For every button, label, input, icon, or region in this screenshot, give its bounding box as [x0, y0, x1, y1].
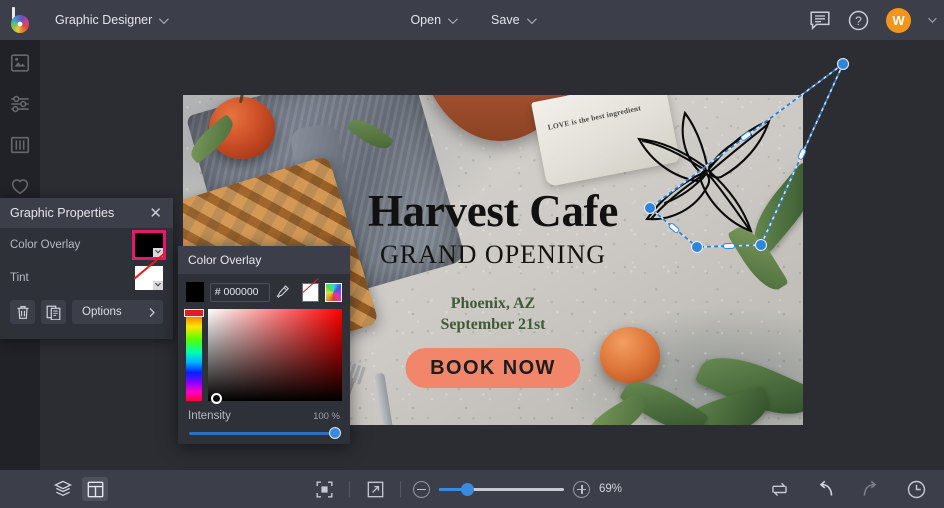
resize-handle-bottom-left[interactable]	[691, 241, 703, 253]
color-popup-title: Color Overlay	[188, 253, 262, 267]
app-root: Graphic Designer Open Save ? W LOVE is t…	[0, 0, 944, 508]
options-button[interactable]: Options	[72, 300, 163, 324]
chevron-down-icon	[526, 13, 537, 24]
zoom-slider[interactable]	[439, 482, 564, 496]
save-label: Save	[491, 13, 520, 27]
bottom-bar-right	[770, 480, 926, 499]
open-label: Open	[410, 13, 442, 27]
chevron-right-icon	[149, 307, 155, 317]
color-popup-header: Color Overlay	[178, 246, 350, 274]
open-menu-button[interactable]: Open	[400, 7, 465, 33]
trash-icon	[17, 305, 28, 319]
fit-to-screen-icon	[316, 481, 332, 497]
duplicate-button[interactable]	[41, 300, 66, 324]
artboard-cta-button[interactable]: BOOK NOW	[405, 348, 581, 388]
intensity-value: 100 %	[313, 411, 340, 422]
properties-panel-actions: Options	[0, 294, 173, 324]
zoom-slider-fill	[439, 487, 463, 491]
swap-arrows-icon[interactable]	[770, 481, 789, 498]
knife	[374, 372, 394, 425]
avatar[interactable]: W	[886, 7, 911, 33]
fit-to-screen-button[interactable]	[311, 477, 337, 501]
comment-bubble-icon[interactable]	[810, 10, 831, 30]
top-bar-right-actions: ? W	[810, 7, 937, 33]
heart-icon[interactable]	[9, 175, 31, 197]
top-bar-center-actions: Open Save	[0, 7, 944, 33]
intensity-label: Intensity	[188, 410, 231, 422]
resize-handle-top-left[interactable]	[644, 202, 656, 214]
artboard-title[interactable]: Harvest Cafe	[183, 185, 803, 237]
close-icon[interactable]: ✕	[146, 204, 165, 223]
bottom-bar: 69%	[0, 470, 944, 508]
properties-panel-header: Graphic Properties ✕	[0, 198, 173, 228]
resize-handle-bottom-edge[interactable]	[722, 242, 736, 250]
graphic-properties-panel: Graphic Properties ✕ Color Overlay Tint	[0, 198, 173, 339]
zoom-in-icon[interactable]	[573, 480, 590, 498]
delete-button[interactable]	[10, 300, 35, 324]
undo-icon[interactable]	[815, 480, 835, 498]
hue-slider[interactable]	[184, 309, 204, 401]
hex-input[interactable]	[209, 282, 270, 302]
hue-slider-thumb[interactable]	[184, 309, 204, 317]
intensity-slider[interactable]	[189, 427, 341, 439]
options-label: Options	[82, 306, 122, 318]
zoom-value: 69%	[599, 483, 623, 495]
expand-arrow-icon	[367, 481, 383, 497]
help-circle-icon[interactable]: ?	[848, 10, 869, 31]
resize-handle-top-right[interactable]	[837, 58, 849, 70]
zoom-slider-thumb[interactable]	[461, 482, 474, 496]
color-overlay-swatch[interactable]	[132, 229, 166, 260]
fullscreen-button[interactable]	[362, 477, 388, 501]
green-leaf	[579, 391, 653, 425]
tint-label: Tint	[10, 271, 29, 284]
avatar-initial: W	[892, 12, 905, 28]
save-menu-button[interactable]: Save	[481, 7, 544, 33]
columns-icon[interactable]	[9, 134, 31, 156]
page-title: Graphic Properties	[10, 206, 115, 220]
color-overlay-label: Color Overlay	[10, 238, 81, 251]
image-icon[interactable]	[9, 52, 31, 74]
intensity-row: Intensity 100 %	[178, 401, 350, 422]
svg-text:?: ?	[855, 14, 862, 28]
color-overlay-popup: Color Overlay Intensity 100 %	[178, 246, 350, 444]
redo-icon[interactable]	[861, 480, 881, 498]
color-picker-row	[178, 302, 350, 404]
duplicate-icon	[46, 305, 61, 320]
sliders-adjust-icon[interactable]	[9, 93, 31, 115]
eyedropper-icon[interactable]	[276, 283, 290, 301]
property-row-color-overlay[interactable]: Color Overlay	[0, 228, 173, 261]
intensity-thumb[interactable]	[329, 427, 341, 439]
tint-swatch[interactable]	[135, 265, 163, 290]
intensity-track	[189, 432, 339, 435]
apple-bottom-right	[600, 327, 660, 383]
top-bar: Graphic Designer Open Save ? W	[0, 0, 944, 40]
color-hex-row	[178, 274, 350, 302]
chevron-down-icon	[448, 13, 458, 24]
zoom-out-icon[interactable]	[413, 480, 430, 498]
resize-handle-bottom-right[interactable]	[755, 239, 767, 251]
saturation-value-cursor[interactable]	[211, 393, 222, 404]
current-color-swatch[interactable]	[186, 282, 204, 302]
color-spectrum-icon[interactable]	[324, 282, 343, 302]
swatch-chevron-down-icon[interactable]	[153, 280, 163, 290]
canvas-work-area[interactable]: LOVE is the best ingredient Harvest Cafe…	[40, 40, 944, 470]
no-color-icon[interactable]	[301, 282, 319, 302]
history-clock-icon[interactable]	[907, 480, 926, 499]
property-row-tint[interactable]: Tint	[0, 261, 173, 294]
saturation-value-field[interactable]	[208, 309, 342, 404]
